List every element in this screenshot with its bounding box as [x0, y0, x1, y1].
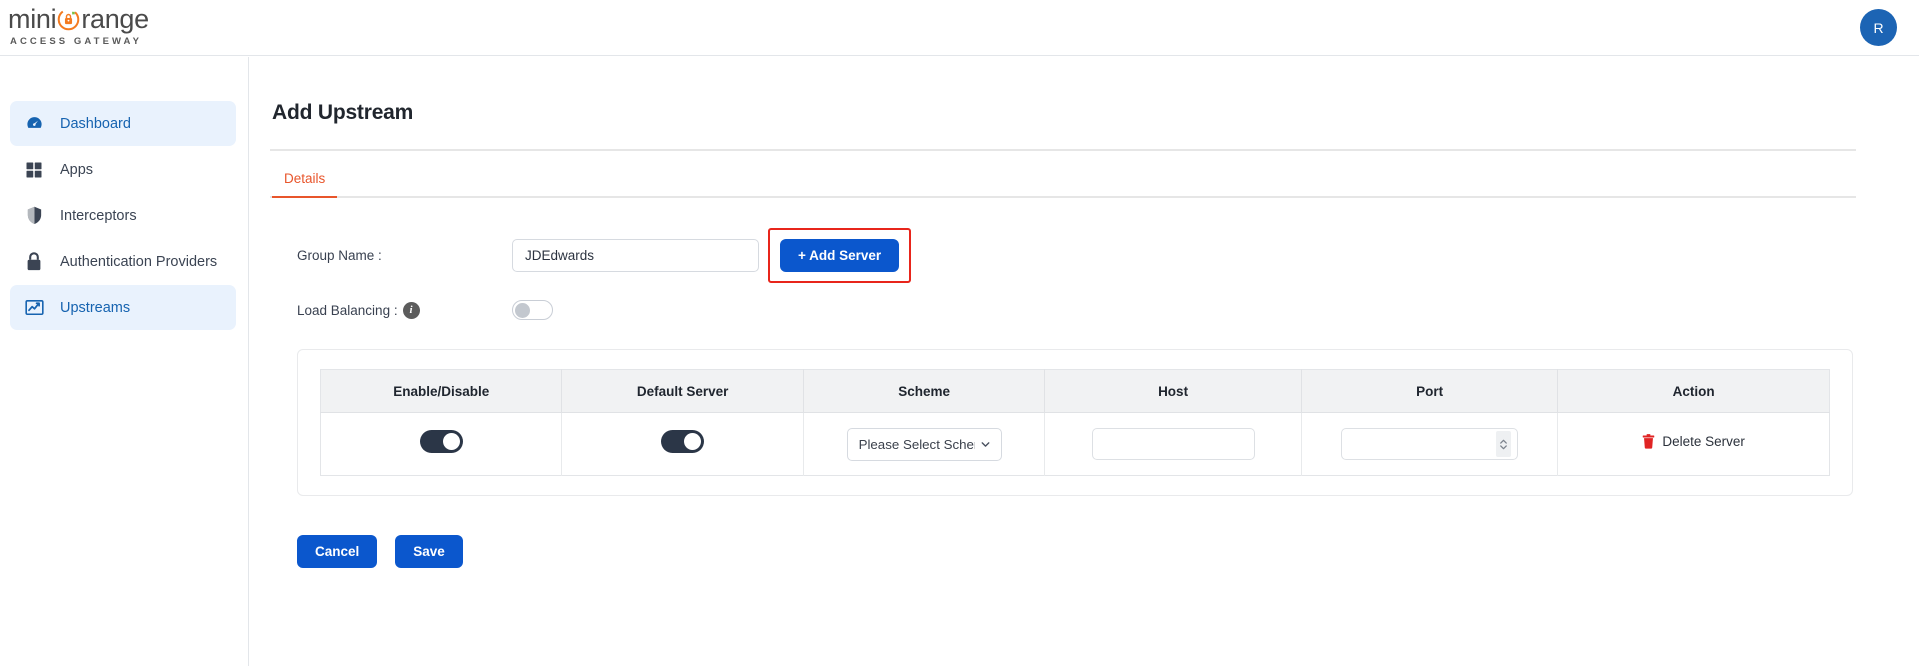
- footer-actions: Cancel Save: [297, 535, 1884, 568]
- apps-grid-icon: [24, 160, 44, 180]
- column-header-action: Action: [1557, 369, 1830, 413]
- load-balancing-label-wrap: Load Balancing : i: [297, 301, 512, 319]
- port-input[interactable]: [1341, 428, 1519, 460]
- main-content: Add Upstream Details Group Name : + Add …: [250, 57, 1919, 666]
- cell-host: [1044, 412, 1302, 476]
- sidebar-item-dashboard[interactable]: Dashboard: [10, 101, 236, 146]
- logo-text-pre: mini: [8, 4, 57, 34]
- shield-icon: [24, 206, 44, 226]
- load-balancing-label: Load Balancing :: [297, 302, 398, 318]
- servers-card: Enable/Disable Default Server Scheme Hos…: [297, 349, 1853, 496]
- column-header-enable-disable: Enable/Disable: [320, 369, 563, 413]
- table-header-row: Enable/Disable Default Server Scheme Hos…: [320, 369, 1830, 413]
- chart-line-icon: [24, 298, 44, 318]
- scheme-select-value: Please Select Schem: [858, 436, 975, 452]
- sidebar-item-interceptors[interactable]: Interceptors: [10, 193, 236, 238]
- column-header-port: Port: [1301, 369, 1559, 413]
- cell-scheme: Please Select Schem: [803, 412, 1046, 476]
- load-balancing-toggle[interactable]: [512, 300, 553, 320]
- orange-lock-circle-icon: [57, 8, 80, 31]
- port-stepper-icon[interactable]: [1496, 431, 1512, 457]
- sidebar-item-label: Upstreams: [60, 299, 131, 316]
- logo-subtitle: ACCESS GATEWAY: [10, 36, 143, 47]
- cancel-button[interactable]: Cancel: [297, 535, 378, 568]
- delete-server-button[interactable]: Delete Server: [1642, 434, 1745, 449]
- add-server-highlight-box: + Add Server: [768, 228, 912, 283]
- cell-port: [1301, 412, 1559, 476]
- group-name-row: Group Name : + Add Server: [297, 228, 1884, 283]
- sidebar-item-upstreams[interactable]: Upstreams: [10, 285, 236, 330]
- chevron-down-icon: [979, 438, 992, 451]
- add-server-button[interactable]: + Add Server: [780, 239, 900, 272]
- sidebar-item-apps[interactable]: Apps: [10, 147, 236, 192]
- sidebar-item-label: Authentication Providers: [60, 253, 218, 270]
- title-divider: [270, 149, 1856, 151]
- servers-table: Enable/Disable Default Server Scheme Hos…: [320, 369, 1830, 476]
- load-balancing-row: Load Balancing : i: [297, 300, 1884, 320]
- tab-bar: Details: [270, 165, 1856, 198]
- group-name-input[interactable]: [512, 239, 759, 272]
- cell-enable-disable: [320, 412, 563, 476]
- column-header-host: Host: [1044, 369, 1302, 413]
- sidebar-item-label: Interceptors: [60, 207, 137, 224]
- info-icon[interactable]: i: [402, 301, 420, 319]
- logo-wordmark: mini range: [8, 4, 238, 34]
- dashboard-gauge-icon: [24, 114, 44, 134]
- scheme-select[interactable]: Please Select Schem: [846, 427, 1002, 461]
- enable-disable-toggle[interactable]: [419, 430, 463, 453]
- top-header-bar: mini range ACCESS GATEWAY R: [0, 0, 1919, 56]
- form-area: Group Name : + Add Server Load Balancing…: [270, 228, 1884, 320]
- page-title: Add Upstream: [272, 101, 414, 124]
- toggle-knob: [515, 303, 530, 318]
- tab-details[interactable]: Details: [272, 171, 338, 198]
- sidebar: Dashboard Apps Interceptors Authenticati…: [0, 57, 249, 666]
- avatar[interactable]: R: [1860, 9, 1897, 46]
- toggle-knob: [684, 433, 702, 450]
- cell-default-server: [561, 412, 804, 476]
- trash-icon: [1642, 434, 1655, 449]
- table-row: Please Select Schem Delete Server: [320, 412, 1830, 476]
- group-name-label: Group Name :: [297, 248, 382, 263]
- port-field-wrap: [1341, 428, 1519, 460]
- column-header-default-server: Default Server: [561, 369, 804, 413]
- sidebar-item-authentication-providers[interactable]: Authentication Providers: [10, 239, 236, 284]
- app-logo: mini range ACCESS GATEWAY: [8, 4, 238, 52]
- logo-text-post: range: [81, 4, 149, 34]
- cell-action: Delete Server: [1557, 412, 1830, 476]
- sidebar-item-label: Dashboard: [60, 115, 131, 132]
- default-server-toggle[interactable]: [661, 430, 705, 453]
- sidebar-item-label: Apps: [60, 161, 94, 178]
- host-input[interactable]: [1091, 428, 1255, 460]
- toggle-knob: [442, 433, 460, 450]
- column-header-scheme: Scheme: [803, 369, 1046, 413]
- delete-server-label: Delete Server: [1662, 434, 1745, 449]
- save-button[interactable]: Save: [395, 535, 463, 568]
- lock-icon: [24, 252, 44, 272]
